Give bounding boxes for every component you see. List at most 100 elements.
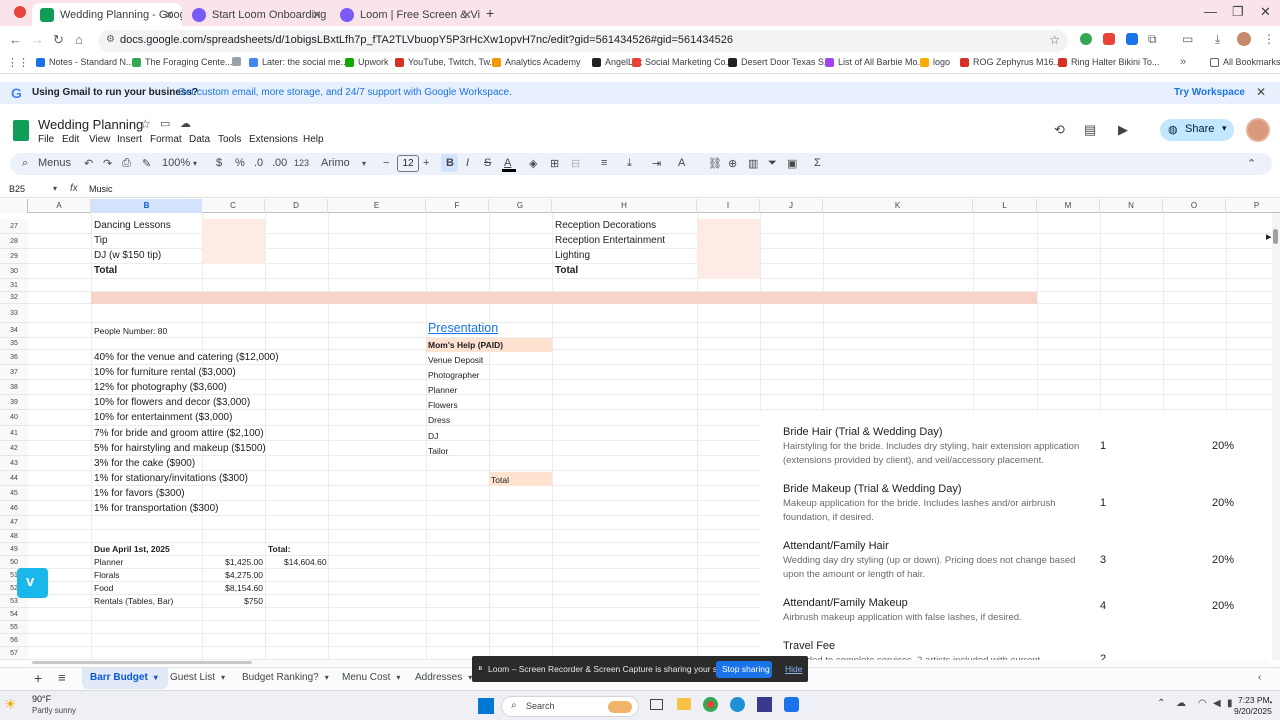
cell-allocation[interactable]: 10% for entertainment ($3,000) [94, 412, 232, 423]
cell-total-right[interactable]: Total [555, 265, 578, 276]
file-explorer-icon[interactable] [677, 698, 691, 710]
functions-icon[interactable]: Σ [814, 157, 821, 169]
cell-due-amount[interactable]: $4,275.00 [205, 570, 263, 580]
forward-icon[interactable]: → [31, 32, 44, 47]
menu-tools[interactable]: Tools [218, 134, 241, 145]
cell-due-total-label[interactable]: Total: [268, 544, 291, 554]
column-header[interactable]: N [1100, 199, 1163, 213]
tab-wedding-planning[interactable]: Wedding Planning - Google Sh ✕ [32, 3, 182, 26]
bookmark-item[interactable]: logo [920, 57, 950, 67]
vscode-icon[interactable] [757, 697, 772, 712]
row-header[interactable]: 31 [0, 279, 28, 292]
new-tab-button[interactable]: + [486, 5, 494, 21]
cell-moms-item[interactable]: Flowers [428, 400, 458, 410]
browser-menu-icon[interactable]: ⋮ [1263, 32, 1275, 46]
wifi-icon[interactable]: ◠ [1198, 698, 1207, 709]
star-icon[interactable]: ☆ [140, 117, 151, 131]
vertical-scrollbar[interactable] [1272, 213, 1280, 660]
increase-decimal-button[interactable]: .00 [272, 157, 287, 169]
cell-tip[interactable]: Tip [94, 235, 108, 246]
fill-color-icon[interactable]: ◈ [529, 157, 537, 170]
row-header[interactable]: 39 [0, 395, 28, 410]
column-header[interactable]: L [973, 199, 1037, 213]
bookmark-item[interactable]: Later: the social me... [249, 57, 348, 67]
tab-search-icon[interactable]: ▭ [1182, 32, 1193, 46]
insert-chart-icon[interactable]: ▥ [748, 157, 758, 170]
add-sheet-button[interactable]: + [34, 670, 42, 686]
extension-icon[interactable] [1080, 33, 1092, 45]
text-wrap-icon[interactable]: ⇥ [652, 157, 661, 170]
row-header[interactable]: 37 [0, 365, 28, 380]
row-header[interactable]: 46 [0, 501, 28, 516]
cell-allocation[interactable]: 3% for the cake ($900) [94, 458, 195, 469]
paint-format-icon[interactable]: ✎ [142, 157, 151, 170]
column-b-header[interactable]: B [91, 199, 202, 213]
menu-file[interactable]: File [38, 134, 54, 145]
row-header[interactable]: 28 [0, 234, 28, 249]
number-format-button[interactable]: 123 [294, 158, 309, 168]
cell-moms-item[interactable]: Tailor [428, 446, 448, 456]
text-color-button[interactable]: A [504, 157, 511, 169]
hide-link[interactable]: Hide [785, 664, 802, 674]
cell-due-total-value[interactable]: $14,604.60 [284, 557, 327, 567]
account-avatar[interactable] [1246, 118, 1270, 142]
cell-allocation[interactable]: 40% for the venue and catering ($12,000) [94, 352, 279, 363]
bookmark-item[interactable]: ROG Zephyrus M16... [960, 57, 1061, 67]
name-box[interactable]: B25 [9, 184, 25, 194]
borders-icon[interactable]: ⊞ [550, 157, 559, 170]
column-header[interactable]: O [1163, 199, 1226, 213]
onedrive-icon[interactable]: ☁ [1176, 698, 1186, 709]
row-header[interactable]: 54 [0, 608, 28, 621]
row-header[interactable]: 40 [0, 410, 28, 426]
cell-reception-decorations[interactable]: Reception Decorations [555, 220, 656, 231]
battery-icon[interactable]: ▮ [1227, 698, 1233, 709]
all-sheets-icon[interactable]: ≡ [58, 670, 66, 685]
cell-allocation[interactable]: 1% for stationary/invitations ($300) [94, 473, 248, 484]
presentation-link[interactable]: Presentation [428, 321, 498, 335]
pink-cell-range[interactable] [202, 219, 265, 264]
row-header[interactable]: 43 [0, 456, 28, 471]
insert-link-icon[interactable]: ⛓ [708, 157, 722, 170]
url-field[interactable]: ⚙ docs.google.com/spreadsheets/d/1obigsL… [98, 30, 1068, 52]
extension-icon[interactable] [1126, 33, 1138, 45]
apps-grid-icon[interactable]: ⋮⋮ [7, 56, 29, 69]
move-folder-icon[interactable]: ▭ [160, 117, 170, 130]
edge-icon[interactable] [730, 697, 745, 712]
windows-start-icon[interactable] [478, 698, 494, 714]
merge-cells-icon[interactable]: ⊟ [571, 157, 580, 170]
menu-format[interactable]: Format [150, 134, 182, 145]
cell-people-number[interactable]: People Number: 80 [94, 326, 167, 336]
notifications-icon[interactable]: ◔ [1267, 698, 1273, 709]
reload-icon[interactable]: ↻ [53, 32, 64, 48]
clock-time[interactable]: 7:23 PM [1238, 695, 1270, 705]
print-icon[interactable]: ⎙ [122, 157, 131, 170]
banner-link-text[interactable]: Get custom email, more storage, and 24/7… [178, 87, 512, 98]
column-header[interactable]: C [202, 199, 265, 213]
row-header[interactable]: 49 [0, 543, 28, 556]
cell-moms-item[interactable]: DJ [428, 431, 438, 441]
site-info-icon[interactable]: ⚙ [106, 34, 115, 45]
comments-icon[interactable]: ▤ [1084, 122, 1096, 138]
download-icon[interactable]: ⤓ [1215, 32, 1220, 47]
cell-dancing-lessons[interactable]: Dancing Lessons [94, 220, 171, 231]
cell-allocation[interactable]: 1% for transportation ($300) [94, 503, 219, 514]
collapse-menus-icon[interactable]: ⌃ [1247, 157, 1256, 170]
row-header[interactable]: 35 [0, 338, 28, 350]
cell-allocation[interactable]: 12% for photography ($3,600) [94, 382, 227, 393]
row-header[interactable]: 41 [0, 426, 28, 441]
row-header[interactable]: 44 [0, 471, 28, 486]
tab-loom-onboarding[interactable]: Start Loom Onboarding | Loom ✕ [184, 3, 330, 26]
banner-close-icon[interactable]: ✕ [1256, 85, 1266, 99]
window-close-button[interactable]: ✕ [1260, 4, 1271, 20]
column-header[interactable]: K [823, 199, 973, 213]
row-header[interactable]: 42 [0, 441, 28, 456]
column-header[interactable]: G [489, 199, 552, 213]
sheet-scroll-icon[interactable]: ‹ [1258, 672, 1261, 683]
column-header[interactable]: E [328, 199, 426, 213]
text-rotation-icon[interactable]: A [678, 157, 685, 169]
vertical-align-icon[interactable]: ⤓ [627, 157, 632, 170]
cell-moms-item[interactable]: Dress [428, 415, 450, 425]
cell-due-amount[interactable]: $8,154.60 [205, 583, 263, 593]
font-size-input[interactable]: 12 [397, 155, 419, 172]
insert-comment-icon[interactable]: ⊕ [728, 157, 737, 170]
